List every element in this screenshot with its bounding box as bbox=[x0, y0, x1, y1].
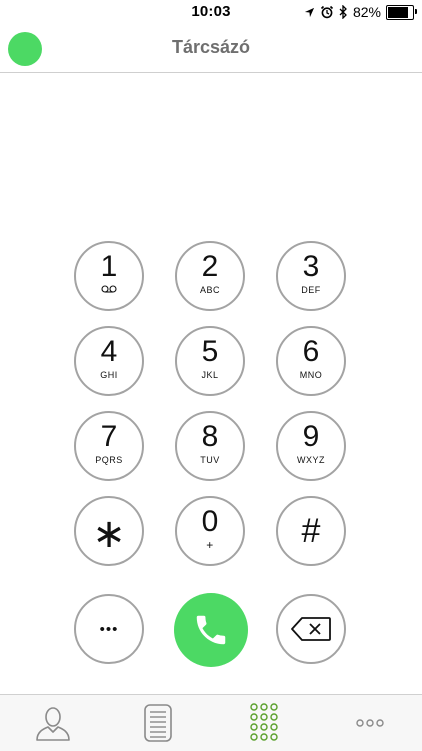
key-digit: 5 bbox=[201, 335, 219, 368]
key-6[interactable]: 6 MNO bbox=[276, 326, 346, 396]
key-4[interactable]: 4 GHI bbox=[74, 326, 144, 396]
key-digit: 8 bbox=[201, 420, 219, 453]
key-digit: 9 bbox=[302, 420, 320, 453]
key-3[interactable]: 3 DEF bbox=[276, 241, 346, 311]
bluetooth-icon bbox=[339, 5, 347, 19]
key-letters: ABC bbox=[199, 285, 220, 295]
status-icons: 82% bbox=[304, 3, 417, 21]
key-letters: MNO bbox=[299, 370, 323, 380]
key-digit: # bbox=[301, 512, 321, 550]
tab-keypad[interactable] bbox=[211, 695, 316, 751]
backspace-button[interactable] bbox=[276, 594, 346, 664]
more-dots-icon bbox=[355, 719, 384, 727]
status-bar: 10:03 82% bbox=[0, 0, 422, 24]
key-letters: + bbox=[206, 538, 214, 552]
voicemail-icon bbox=[101, 285, 117, 296]
backspace-icon bbox=[291, 617, 331, 641]
key-digit: 1 bbox=[100, 250, 118, 283]
key-5[interactable]: 5 JKL bbox=[175, 326, 245, 396]
tab-bar bbox=[0, 694, 422, 751]
contacts-person-icon bbox=[35, 707, 70, 741]
battery-percent: 82% bbox=[352, 4, 381, 20]
key-digit: 2 bbox=[201, 250, 219, 283]
navigation-bar: Tárcsázó bbox=[0, 24, 422, 73]
battery-icon bbox=[386, 4, 417, 20]
key-digit: 7 bbox=[100, 420, 118, 453]
phone-icon bbox=[196, 615, 226, 645]
call-button[interactable] bbox=[174, 593, 248, 667]
key-letters: JKL bbox=[201, 370, 219, 380]
key-letters: PQRS bbox=[95, 455, 123, 465]
key-star[interactable]: ∗ bbox=[74, 496, 144, 566]
key-2[interactable]: 2 ABC bbox=[175, 241, 245, 311]
page-title: Tárcsázó bbox=[171, 37, 251, 57]
key-digit: 0 bbox=[201, 505, 219, 538]
key-8[interactable]: 8 TUV bbox=[175, 411, 245, 481]
more-dots-label: ••• bbox=[99, 620, 119, 638]
key-letters: DEF bbox=[301, 285, 321, 295]
tab-contacts[interactable] bbox=[0, 695, 105, 751]
key-0[interactable]: 0 + bbox=[175, 496, 245, 566]
key-hash[interactable]: # bbox=[276, 496, 346, 566]
key-letters: GHI bbox=[100, 370, 118, 380]
key-letters: WXYZ bbox=[297, 455, 325, 465]
recents-list-icon bbox=[143, 704, 172, 742]
more-options-button[interactable]: ••• bbox=[74, 594, 144, 664]
keypad-grid-icon bbox=[249, 703, 278, 741]
tab-more[interactable] bbox=[317, 695, 422, 751]
key-letters: TUV bbox=[200, 455, 220, 465]
key-digit: 6 bbox=[302, 335, 320, 368]
location-arrow-icon bbox=[304, 7, 315, 17]
key-1[interactable]: 1 bbox=[74, 241, 144, 311]
key-digit: ∗ bbox=[92, 512, 126, 556]
key-9[interactable]: 9 WXYZ bbox=[276, 411, 346, 481]
alarm-icon bbox=[320, 5, 334, 19]
key-7[interactable]: 7 PQRS bbox=[74, 411, 144, 481]
key-digit: 3 bbox=[302, 250, 320, 283]
key-digit: 4 bbox=[100, 335, 118, 368]
tab-recents[interactable] bbox=[105, 695, 210, 751]
